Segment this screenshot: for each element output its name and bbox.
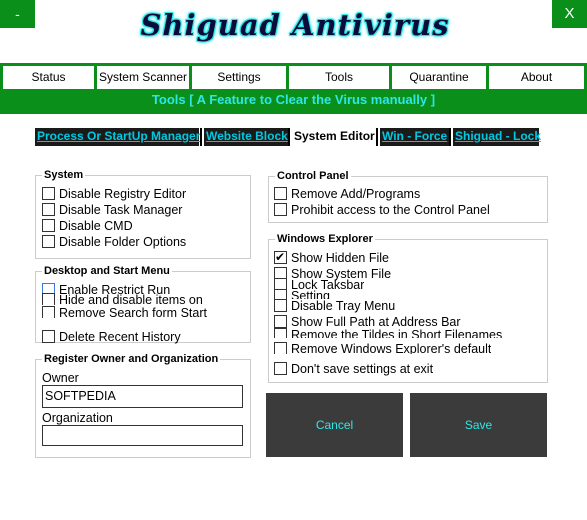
checkbox-label: Disable Tray Menu xyxy=(291,299,396,313)
owner-input[interactable]: SOFTPEDIA xyxy=(42,385,243,408)
remove-tildes-checkbox[interactable]: Remove the Tildes in Short Filenames xyxy=(274,328,502,338)
desktop-group-title: Desktop and Start Menu xyxy=(42,265,172,277)
checkbox-box xyxy=(42,306,55,318)
subtab-divider xyxy=(376,128,378,146)
checkbox-box xyxy=(274,328,287,338)
remove-search-form-start-checkbox[interactable]: Remove Search form Start xyxy=(42,306,207,318)
disable-folder-options-checkbox[interactable]: Disable Folder Options xyxy=(42,234,186,250)
main-nav: Status System Scanner Settings Tools Qua… xyxy=(0,63,587,90)
minimize-button[interactable]: - xyxy=(0,0,35,28)
show-hidden-file-checkbox[interactable]: Show Hidden File xyxy=(274,249,389,266)
tab-system-scanner[interactable]: System Scanner xyxy=(97,66,189,89)
subtab-divider xyxy=(288,128,290,146)
subtab-divider xyxy=(200,128,202,146)
subtab-win-force[interactable]: Win - Force xyxy=(380,128,449,146)
disable-cmd-checkbox[interactable]: Disable CMD xyxy=(42,218,133,234)
checkbox-box xyxy=(274,315,287,328)
tab-settings[interactable]: Settings xyxy=(192,66,286,89)
checkbox-box xyxy=(274,299,287,312)
checkbox-label: Remove Add/Programs xyxy=(291,187,421,201)
checkbox-label: Lock Taksbar xyxy=(291,278,365,289)
checkbox-label: Disable Registry Editor xyxy=(59,187,187,201)
checkbox-label: Disable CMD xyxy=(59,219,133,233)
hide-disable-items-checkbox[interactable]: Hide and disable items on xyxy=(42,293,203,305)
checkbox-box xyxy=(274,203,287,216)
checkbox-label: Hide and disable items on xyxy=(59,293,203,305)
checkbox-box xyxy=(274,187,287,200)
checkbox-label: Disable Folder Options xyxy=(59,235,187,249)
checkbox-label: Show Full Path at Address Bar xyxy=(291,315,461,329)
remove-add-programs-checkbox[interactable]: Remove Add/Programs xyxy=(274,186,420,202)
subtab-divider xyxy=(449,128,451,146)
checkbox-label: Prohibit access to the Control Panel xyxy=(291,203,490,217)
lock-taskbar-checkbox[interactable]: Lock Taksbar xyxy=(274,278,364,289)
windows-explorer-group-title: Windows Explorer xyxy=(275,233,375,245)
checkbox-label: Remove the Tildes in Short Filenames xyxy=(291,328,503,338)
register-group-title: Register Owner and Organization xyxy=(42,353,221,365)
tab-quarantine[interactable]: Quarantine xyxy=(392,66,486,89)
control-panel-group-title: Control Panel xyxy=(275,170,351,182)
checkbox-box xyxy=(42,235,55,248)
remove-explorer-default-checkbox[interactable]: Remove Windows Explorer's default xyxy=(274,342,491,354)
checkbox-label: Remove Search form Start xyxy=(59,306,207,318)
checkbox-box xyxy=(274,342,287,354)
checkbox-box xyxy=(274,249,287,265)
checkbox-box xyxy=(274,362,287,375)
cancel-button[interactable]: Cancel xyxy=(266,393,403,457)
tab-tools[interactable]: Tools xyxy=(289,66,389,89)
subtab-shiguad-lock[interactable]: Shiguad - Lock xyxy=(453,128,541,146)
checkbox-box xyxy=(42,187,55,200)
close-button[interactable]: X xyxy=(552,0,587,28)
tab-status[interactable]: Status xyxy=(3,66,94,89)
checkbox-box xyxy=(42,330,55,343)
organization-label: Organization xyxy=(42,411,113,425)
checkbox-label: Delete Recent History xyxy=(59,330,181,344)
tab-about[interactable]: About xyxy=(489,66,584,89)
dont-save-settings-checkbox[interactable]: Don't save settings at exit xyxy=(274,361,433,377)
checkbox-box xyxy=(274,278,287,289)
organization-input[interactable] xyxy=(42,425,243,446)
checkbox-label: Show Hidden File xyxy=(291,251,389,265)
prohibit-control-panel-checkbox[interactable]: Prohibit access to the Control Panel xyxy=(274,202,490,218)
checkbox-label: Disable Task Manager xyxy=(59,203,183,217)
owner-label: Owner xyxy=(42,371,79,385)
checkbox-box xyxy=(42,293,55,305)
disable-tray-menu-checkbox[interactable]: Disable Tray Menu xyxy=(274,298,395,314)
checkbox-label: Remove Windows Explorer's default xyxy=(291,342,492,354)
checkbox-label: Don't save settings at exit xyxy=(291,362,434,376)
checkbox-box xyxy=(42,219,55,232)
delete-recent-history-checkbox[interactable]: Delete Recent History xyxy=(42,329,181,345)
system-group-title: System xyxy=(42,169,86,181)
subtab-website-block[interactable]: Website Block xyxy=(204,128,288,146)
disable-task-manager-checkbox[interactable]: Disable Task Manager xyxy=(42,202,182,218)
page-subtitle: Tools [ A Feature to Clear the Virus man… xyxy=(151,92,436,107)
checkbox-box xyxy=(42,203,55,216)
disable-registry-editor-checkbox[interactable]: Disable Registry Editor xyxy=(42,186,186,202)
subtab-system-editor[interactable]: System Editor xyxy=(292,128,376,146)
app-logo: Shiguad Antivirus xyxy=(140,8,450,42)
subtab-process-startup-manager[interactable]: Process Or StartUp Manager xyxy=(35,128,200,146)
save-button[interactable]: Save xyxy=(410,393,547,457)
